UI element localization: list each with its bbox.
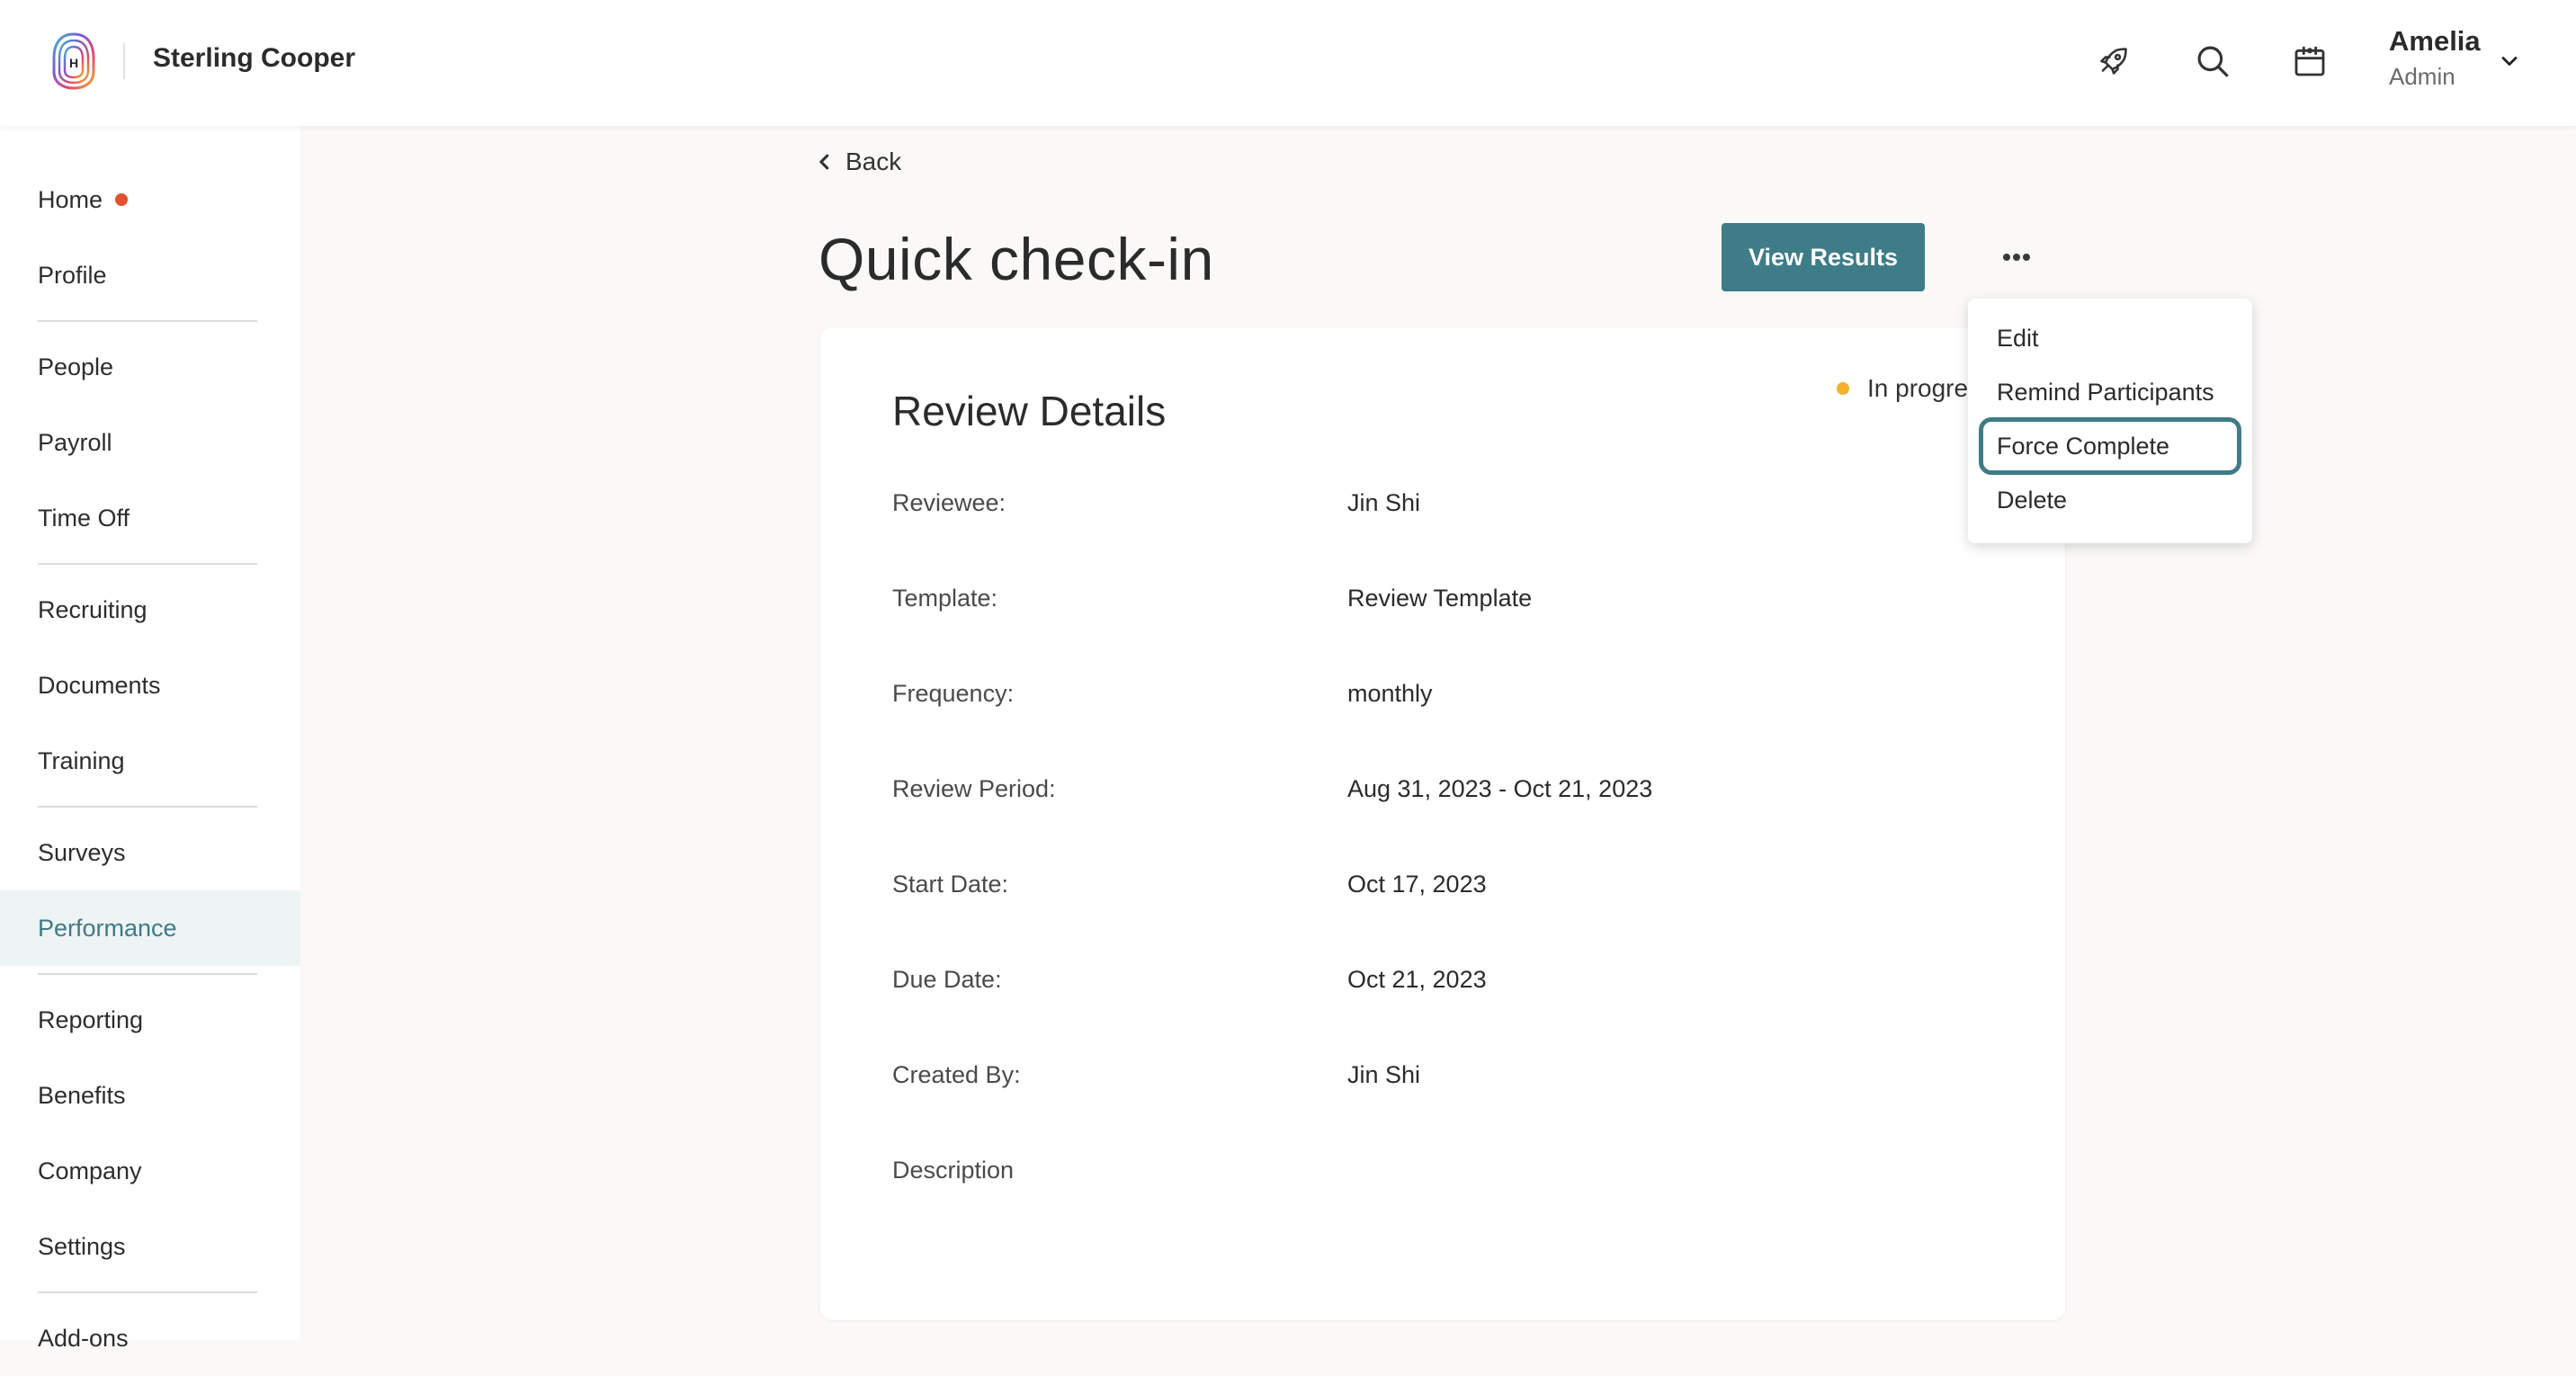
detail-value: monthly — [1347, 680, 1433, 707]
nav-divider — [38, 1291, 257, 1293]
detail-label: Start Date: — [892, 871, 1009, 898]
menu-item-edit[interactable]: Edit — [1979, 309, 2241, 367]
page-title: Quick check-in — [818, 226, 1214, 292]
menu-item-label: Edit — [1997, 324, 2039, 352]
sidebar-item-company[interactable]: Company — [0, 1133, 300, 1209]
card-title: Review Details — [892, 388, 1167, 434]
detail-label: Due Date: — [892, 966, 1002, 993]
menu-item-force-complete[interactable]: Force Complete — [1979, 417, 2241, 475]
nav-divider — [38, 973, 257, 975]
nav-divider — [38, 563, 257, 565]
nav-divider — [38, 806, 257, 808]
sidebar-item-label: Add-ons — [38, 1324, 129, 1352]
sidebar-item-documents[interactable]: Documents — [0, 648, 300, 723]
chevron-down-icon[interactable] — [2497, 49, 2522, 74]
status-dot — [1837, 382, 1849, 395]
logo-letter: H — [69, 56, 78, 70]
sidebar-item-performance[interactable]: Performance — [0, 890, 300, 966]
sidebar-item-profile[interactable]: Profile — [0, 237, 300, 313]
company-name: Sterling Cooper — [153, 43, 356, 73]
search-icon[interactable] — [2187, 36, 2238, 86]
rocket-icon[interactable] — [2089, 36, 2139, 86]
view-results-button[interactable]: View Results — [1722, 223, 1925, 291]
chevron-left-icon — [819, 154, 829, 170]
sidebar-item-surveys[interactable]: Surveys — [0, 815, 300, 890]
back-label: Back — [845, 147, 902, 175]
sidebar-item-benefits[interactable]: Benefits — [0, 1058, 300, 1133]
menu-item-label: Force Complete — [1997, 432, 2170, 460]
top-header: H Sterling Cooper Amelia Admin — [0, 0, 2576, 126]
review-details-card: Review Details In progress Reviewee: Jin… — [820, 327, 2065, 1320]
header-divider — [123, 43, 125, 79]
sidebar-item-label: People — [38, 353, 114, 380]
sidebar-nav: Home Profile People Payroll Time Off Rec… — [0, 126, 300, 1352]
menu-item-label: Remind Participants — [1997, 378, 2214, 406]
sidebar-item-label: Time Off — [38, 504, 130, 532]
sidebar-item-label: Surveys — [38, 838, 126, 866]
menu-item-delete[interactable]: Delete — [1979, 471, 2241, 529]
sidebar-item-label: Profile — [38, 261, 107, 289]
sidebar-item-time-off[interactable]: Time Off — [0, 480, 300, 556]
calendar-icon[interactable] — [2285, 36, 2335, 86]
detail-value: Oct 21, 2023 — [1347, 966, 1487, 993]
sidebar-item-home[interactable]: Home — [0, 162, 300, 237]
sidebar-item-label: Documents — [38, 671, 161, 699]
detail-value: Review Template — [1347, 585, 1533, 612]
sidebar-item-label: Settings — [38, 1232, 126, 1260]
sidebar-item-label: Benefits — [38, 1081, 126, 1109]
detail-label: Review Period: — [892, 775, 1056, 802]
sidebar-item-label: Home — [38, 185, 103, 213]
sidebar-item-training[interactable]: Training — [0, 723, 300, 799]
detail-label: Reviewee: — [892, 489, 1006, 516]
sidebar-item-label: Performance — [38, 914, 177, 942]
user-name[interactable]: Amelia — [2389, 25, 2481, 58]
sidebar-item-label: Payroll — [38, 428, 112, 456]
detail-label: Template: — [892, 585, 998, 612]
sidebar-item-label: Recruiting — [38, 595, 148, 623]
notification-dot — [115, 193, 129, 206]
sidebar-item-label: Reporting — [38, 1005, 144, 1033]
detail-value: Jin Shi — [1347, 1061, 1421, 1088]
back-link[interactable]: Back — [817, 144, 901, 180]
sidebar-item-label: Training — [38, 746, 125, 774]
sidebar-item-reporting[interactable]: Reporting — [0, 982, 300, 1058]
menu-item-label: Delete — [1997, 486, 2068, 514]
company-logo-icon[interactable]: H — [49, 31, 99, 92]
more-options-icon[interactable] — [1995, 239, 2038, 275]
detail-value: Jin Shi — [1347, 489, 1421, 516]
detail-value: Oct 17, 2023 — [1347, 871, 1487, 898]
detail-label: Frequency: — [892, 680, 1015, 707]
sidebar-item-recruiting[interactable]: Recruiting — [0, 572, 300, 648]
sidebar-item-people[interactable]: People — [0, 329, 300, 405]
sidebar-item-settings[interactable]: Settings — [0, 1209, 300, 1284]
sidebar-item-payroll[interactable]: Payroll — [0, 405, 300, 480]
detail-label: Description — [892, 1157, 1015, 1184]
sidebar-item-label: Company — [38, 1157, 142, 1184]
menu-item-remind-participants[interactable]: Remind Participants — [1979, 363, 2241, 421]
nav-divider — [38, 320, 257, 322]
more-options-menu: Edit Remind Participants Force Complete … — [1968, 299, 2252, 543]
detail-label: Created By: — [892, 1061, 1021, 1088]
user-role: Admin — [2389, 63, 2455, 90]
detail-value: Aug 31, 2023 - Oct 21, 2023 — [1347, 775, 1653, 802]
sidebar-item-add-ons[interactable]: Add-ons — [0, 1300, 300, 1376]
